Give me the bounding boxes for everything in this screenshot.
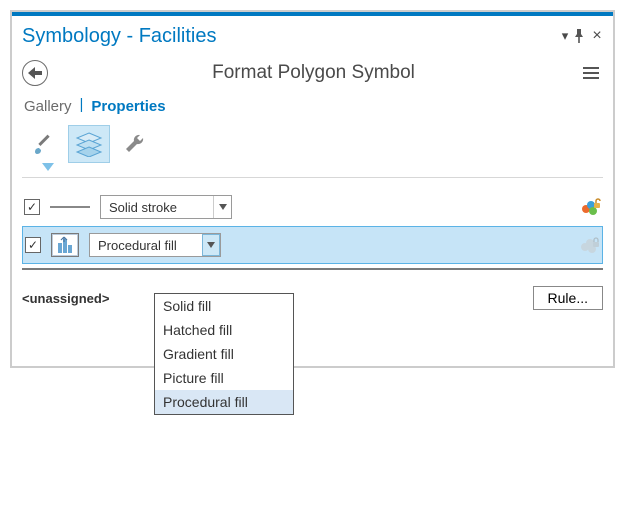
- options-dropdown-icon[interactable]: ▾: [557, 28, 573, 44]
- back-button[interactable]: [22, 60, 48, 86]
- tab-strip: Gallery | Properties: [12, 96, 613, 117]
- fill-option-hatched[interactable]: Hatched fill: [155, 318, 293, 342]
- symbology-pane: Symbology - Facilities ▾ × Format Polygo…: [10, 10, 615, 368]
- nav-row: Format Polygon Symbol: [12, 52, 613, 96]
- tab-separator: |: [80, 96, 84, 117]
- tab-gallery[interactable]: Gallery: [22, 96, 74, 117]
- symbol-layers: ✓ Solid stroke ✓: [12, 178, 613, 264]
- fill-type-dropdown-list: Solid fill Hatched fill Gradient fill Pi…: [154, 293, 294, 415]
- brush-icon: [30, 131, 56, 157]
- rule-assignment-row: <unassigned> Rule...: [12, 270, 613, 366]
- pane-titlebar: Symbology - Facilities ▾ ×: [12, 12, 613, 52]
- fill-visibility-checkbox[interactable]: ✓: [25, 237, 41, 253]
- fill-swatch-icon: [51, 233, 79, 257]
- fill-option-solid[interactable]: Solid fill: [155, 294, 293, 318]
- fill-layer-row[interactable]: ✓ Procedural fill: [22, 226, 603, 264]
- selected-indicator-icon: [42, 163, 54, 171]
- stroke-type-dropdown[interactable]: Solid stroke: [100, 195, 232, 219]
- layers-icon: [74, 131, 104, 157]
- pin-icon[interactable]: [573, 29, 589, 43]
- fill-option-procedural[interactable]: Procedural fill: [155, 390, 293, 414]
- rule-button[interactable]: Rule...: [533, 286, 603, 310]
- fill-option-picture[interactable]: Picture fill: [155, 366, 293, 390]
- color-unlock-icon[interactable]: [579, 197, 601, 217]
- rule-assignment-label: <unassigned>: [22, 291, 109, 306]
- wrench-button[interactable]: [114, 125, 156, 163]
- wrench-icon: [122, 131, 148, 157]
- chevron-down-icon[interactable]: [213, 196, 231, 218]
- stroke-swatch-icon: [50, 206, 90, 208]
- stroke-visibility-checkbox[interactable]: ✓: [24, 199, 40, 215]
- fill-option-gradient[interactable]: Gradient fill: [155, 342, 293, 366]
- color-lock-icon[interactable]: [578, 235, 600, 255]
- fill-type-dropdown[interactable]: Procedural fill: [89, 233, 221, 257]
- brush-button[interactable]: [22, 125, 64, 163]
- fill-type-value: Procedural fill: [90, 238, 202, 253]
- pane-title: Symbology - Facilities: [22, 25, 557, 48]
- properties-toolbar: [12, 117, 613, 171]
- chevron-down-icon[interactable]: [202, 234, 220, 256]
- menu-icon[interactable]: [579, 67, 603, 79]
- stroke-layer-row[interactable]: ✓ Solid stroke: [22, 188, 603, 226]
- layers-button[interactable]: [68, 125, 110, 163]
- close-icon[interactable]: ×: [589, 27, 605, 45]
- nav-heading: Format Polygon Symbol: [48, 62, 579, 84]
- tab-properties[interactable]: Properties: [89, 96, 167, 117]
- stroke-type-value: Solid stroke: [101, 200, 213, 215]
